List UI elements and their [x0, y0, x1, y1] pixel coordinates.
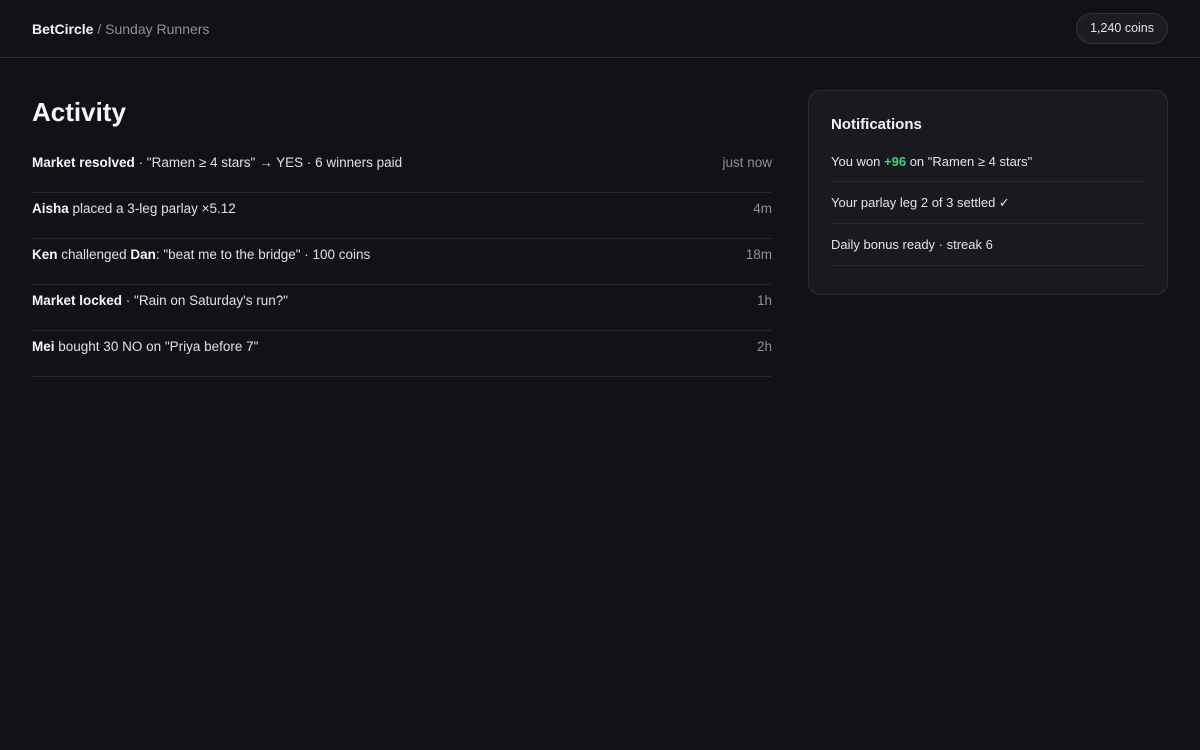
activity-text: · "Rain on Saturday's run?": [122, 293, 289, 308]
notification-text: Your parlay leg 2 of 3 settled ✓: [831, 195, 1010, 210]
notification-item[interactable]: Your parlay leg 2 of 3 settled ✓: [831, 182, 1145, 224]
activity-time: 1h: [756, 293, 772, 308]
notification-text-suffix: on "Ramen ≥ 4 stars": [906, 154, 1033, 169]
activity-time: 2h: [756, 339, 772, 354]
notification-item[interactable]: Daily bonus ready · streak 6: [831, 224, 1145, 266]
coin-balance-badge[interactable]: 1,240 coins: [1076, 13, 1168, 44]
notifications-panel: Notifications You won +96 on "Ramen ≥ 4 …: [808, 90, 1168, 295]
activity-actor: Aisha: [32, 201, 69, 216]
activity-text: challenged: [57, 247, 131, 262]
breadcrumb: BetCircle / Sunday Runners: [32, 20, 209, 38]
notifications-title: Notifications: [831, 116, 922, 133]
activity-text: placed a 3-leg parlay ×5.12: [68, 201, 236, 216]
activity-actor: Mei: [32, 339, 55, 354]
activity-item[interactable]: Mei bought 30 NO on "Priya before 7" 2h: [32, 331, 772, 377]
breadcrumb-separator: /: [93, 21, 106, 37]
activity-actor: Ken: [32, 247, 58, 262]
activity-text-2: : "beat me to the bridge" · 100 coins: [155, 247, 371, 262]
brand-name[interactable]: BetCircle: [32, 21, 93, 37]
activity-item[interactable]: Ken challenged Dan: "beat me to the brid…: [32, 239, 772, 285]
activity-item[interactable]: Market resolved · "Ramen ≥ 4 stars" → YE…: [32, 154, 772, 193]
activity-text: · "Ramen ≥ 4 stars" → YES · 6 winners pa…: [134, 155, 403, 170]
activity-section: Activity Market resolved · "Ramen ≥ 4 st…: [32, 96, 772, 377]
activity-feed: Market resolved · "Ramen ≥ 4 stars" → YE…: [32, 154, 772, 377]
activity-time: 18m: [745, 247, 772, 262]
activity-text: bought 30 NO on "Priya before 7": [54, 339, 259, 354]
notification-item[interactable]: You won +96 on "Ramen ≥ 4 stars": [831, 148, 1145, 182]
activity-actor: Market locked: [32, 293, 123, 308]
activity-target: Dan: [130, 247, 156, 262]
top-bar: BetCircle / Sunday Runners 1,240 coins: [0, 0, 1200, 58]
notification-text: You won: [831, 154, 885, 169]
activity-time: 4m: [753, 201, 772, 216]
activity-item[interactable]: Aisha placed a 3-leg parlay ×5.12 4m: [32, 193, 772, 239]
group-name[interactable]: Sunday Runners: [105, 21, 209, 37]
page-title: Activity: [32, 97, 126, 127]
winnings-amount: +96: [884, 154, 907, 169]
activity-actor: Market resolved: [32, 155, 135, 170]
notification-text: Daily bonus ready · streak 6: [831, 237, 993, 252]
activity-item[interactable]: Market locked · "Rain on Saturday's run?…: [32, 285, 772, 331]
activity-time: just now: [722, 155, 772, 170]
